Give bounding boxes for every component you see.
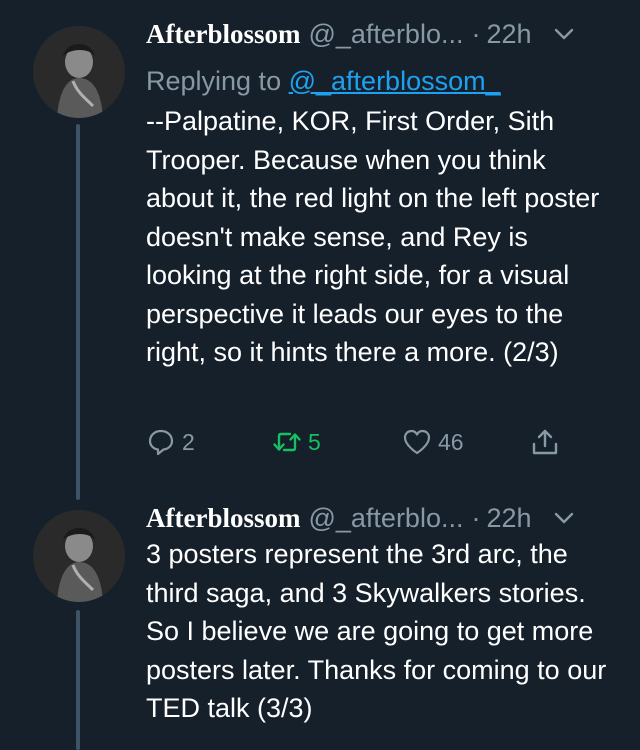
thread-line xyxy=(76,610,80,750)
timestamp[interactable]: 22h xyxy=(486,503,531,534)
tweet-header: Afterblossom @_afterblo... · 22h xyxy=(146,14,576,54)
heart-icon xyxy=(403,429,431,455)
share-button[interactable] xyxy=(530,422,560,462)
avatar[interactable] xyxy=(33,510,125,602)
user-handle[interactable]: @_afterblo... xyxy=(308,503,463,534)
retweet-icon xyxy=(273,432,301,452)
replying-to: Replying to @_afterblossom_ xyxy=(146,66,501,97)
reply-icon xyxy=(148,429,174,456)
chevron-down-icon[interactable] xyxy=(552,22,576,46)
display-name[interactable]: Afterblossom xyxy=(146,19,300,50)
timestamp[interactable]: 22h xyxy=(486,19,531,50)
like-count: 46 xyxy=(438,428,464,455)
user-handle[interactable]: @_afterblo... xyxy=(308,19,463,50)
thread-line xyxy=(76,124,80,500)
tweet-text: --Palpatine, KOR, First Order, Sith Troo… xyxy=(146,106,600,367)
tweet-text: 3 posters represent the 3rd arc, the thi… xyxy=(146,539,607,723)
tweet-2[interactable]: Afterblossom @_afterblo... · 22h 3 poste… xyxy=(0,498,640,750)
tweet-actions: 2 5 46 xyxy=(146,422,586,462)
display-name[interactable]: Afterblossom xyxy=(146,503,300,534)
avatar[interactable] xyxy=(33,26,125,118)
replying-to-mention[interactable]: @_afterblossom_ xyxy=(289,66,501,96)
reply-button[interactable]: 2 xyxy=(146,422,195,462)
retweet-button[interactable]: 5 xyxy=(272,422,321,462)
like-button[interactable]: 46 xyxy=(402,422,464,462)
tweet-1[interactable]: Afterblossom @_afterblo... · 22h Replyin… xyxy=(0,14,640,500)
reply-count: 2 xyxy=(182,428,195,455)
separator-dot: · xyxy=(471,18,481,49)
share-icon xyxy=(532,429,558,455)
tweet-header: Afterblossom @_afterblo... · 22h xyxy=(146,498,576,538)
retweet-count: 5 xyxy=(308,428,321,455)
chevron-down-icon[interactable] xyxy=(552,506,576,530)
replying-to-label: Replying to xyxy=(146,66,282,96)
separator-dot: · xyxy=(471,502,481,533)
